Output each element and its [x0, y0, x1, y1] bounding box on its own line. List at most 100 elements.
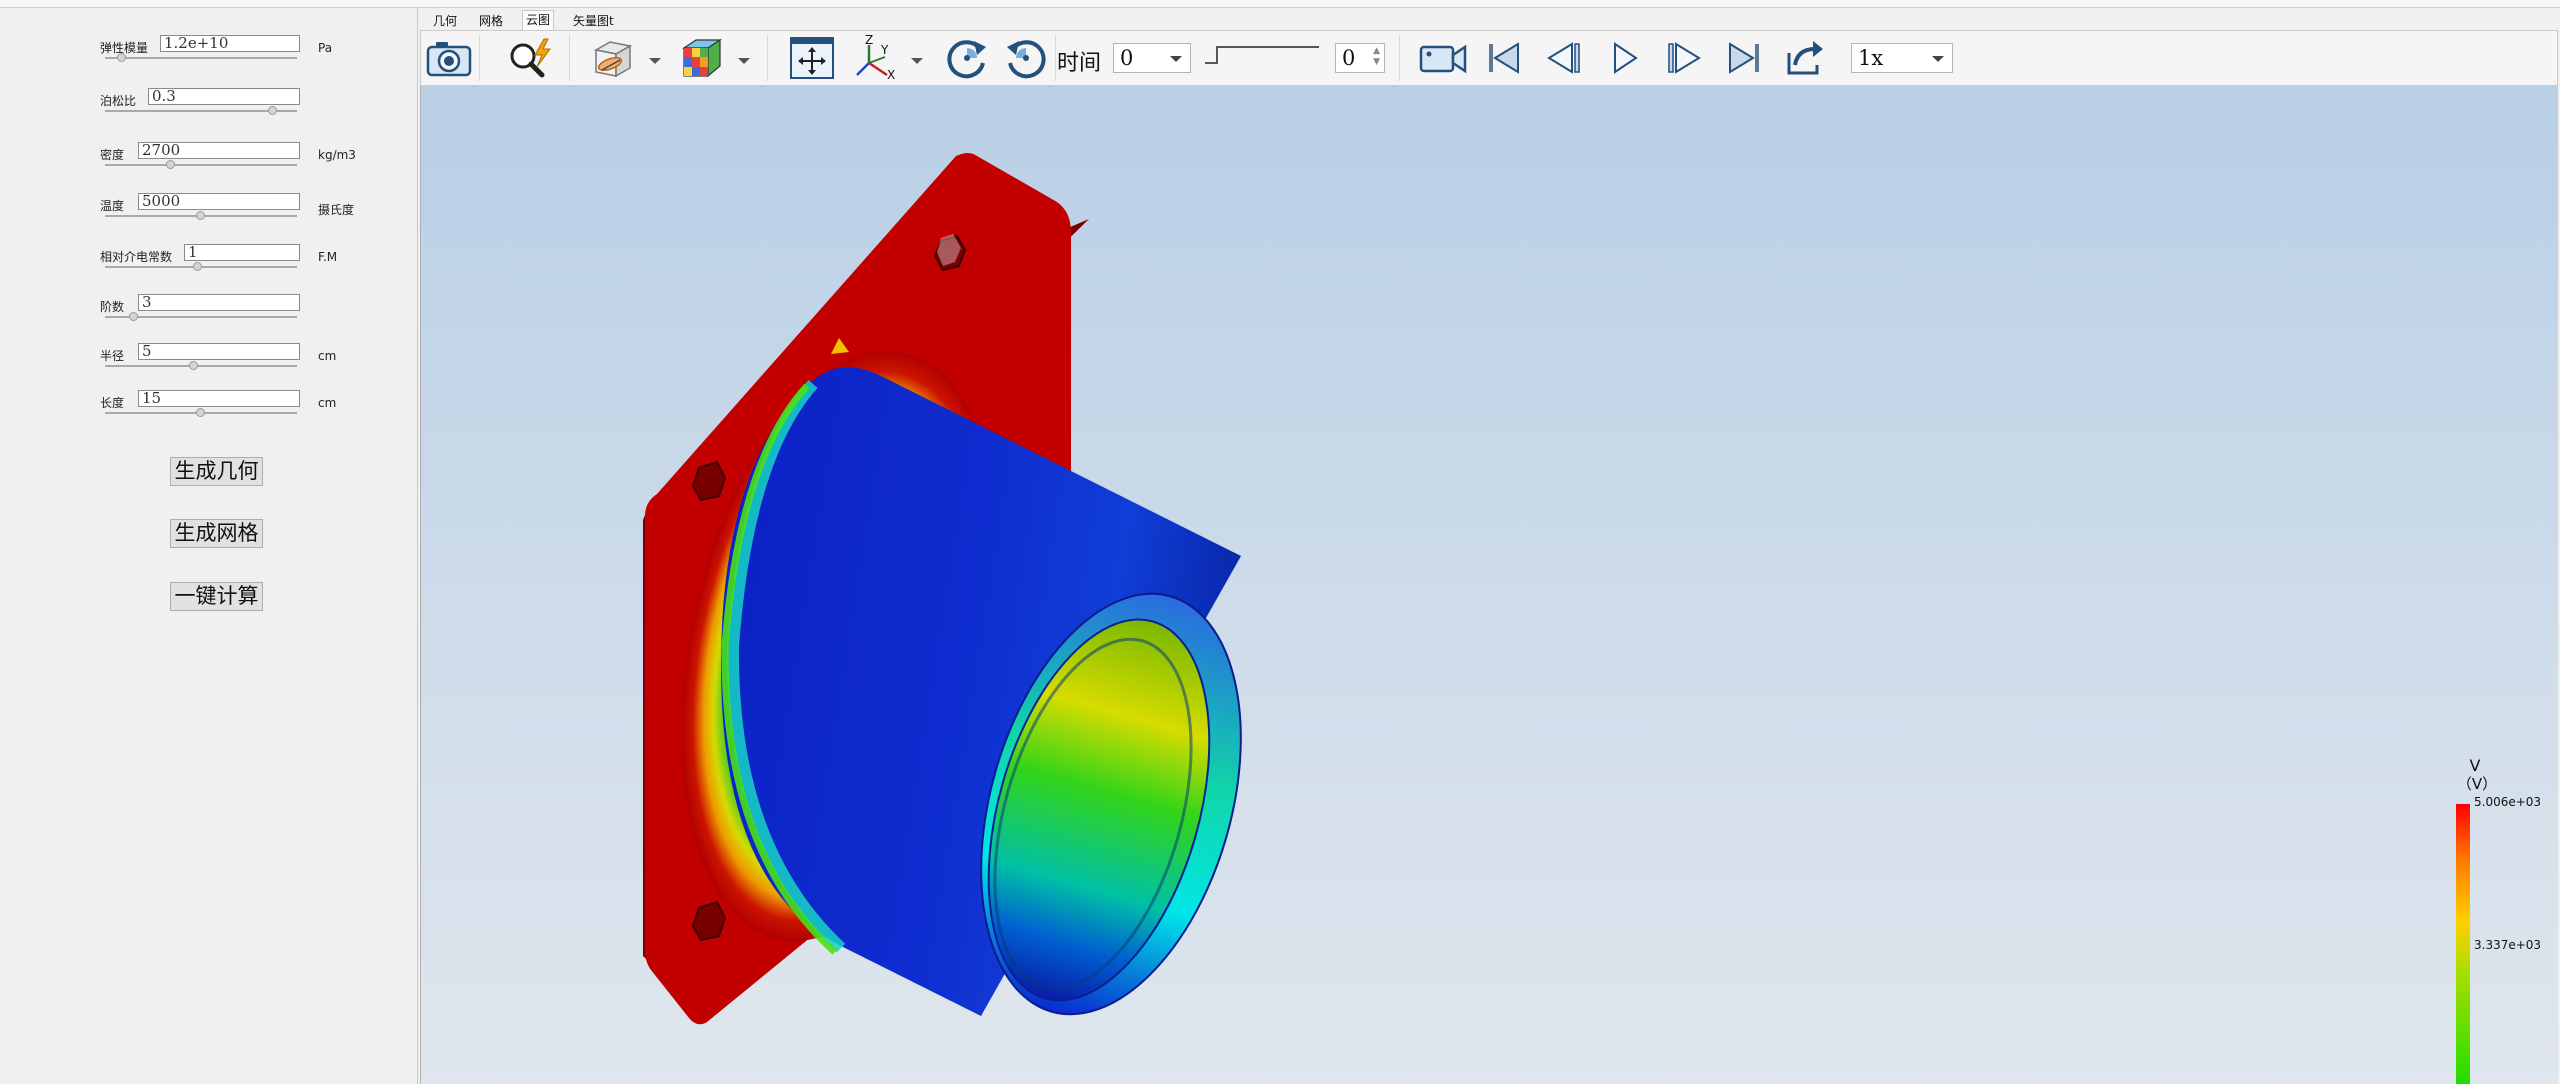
temperature-slider-thumb[interactable]: [196, 211, 205, 220]
poisson-ratio-slider-thumb[interactable]: [268, 106, 277, 115]
time-step-slider[interactable]: [1203, 43, 1323, 73]
length-slider-thumb[interactable]: [196, 408, 205, 417]
color-cube-icon: [682, 38, 722, 78]
chevron-down-icon: [1932, 56, 1944, 62]
param-label: 泊松比: [100, 94, 137, 108]
param-label: 温度: [100, 199, 125, 213]
param-label: 密度: [100, 148, 125, 162]
screenshot-button[interactable]: [424, 35, 474, 81]
length-input[interactable]: 15: [138, 390, 300, 407]
magnifier-lightning-icon: [510, 38, 551, 78]
playback-speed-select[interactable]: 1x: [1851, 43, 1953, 73]
chevron-down-icon[interactable]: [911, 58, 923, 64]
param-unit: 摄氏度: [318, 203, 355, 217]
temperature-input[interactable]: 5000: [138, 193, 300, 210]
svg-text:X: X: [887, 68, 895, 81]
elastic-modulus-slider-track[interactable]: [105, 57, 297, 59]
radius-input[interactable]: 5: [138, 343, 300, 360]
fit-view-icon: [790, 37, 834, 79]
video-camera-icon: [1419, 44, 1467, 74]
skip-to-end-icon: [1729, 42, 1759, 74]
rotate-counterclockwise-icon: [1007, 40, 1046, 79]
tab-geometry[interactable]: 几何: [430, 12, 460, 30]
legend-unit: （V）: [2456, 775, 2498, 793]
density-slider-thumb[interactable]: [166, 160, 175, 169]
svg-text:Z: Z: [865, 35, 873, 47]
toolbar-separator: [1399, 35, 1400, 81]
param-unit: Pa: [318, 41, 333, 55]
frame-spinbox[interactable]: 0 ▲ ▼: [1335, 43, 1385, 73]
time-select-value: 0: [1120, 46, 1134, 70]
svg-text:Y: Y: [880, 43, 889, 57]
tab-contour[interactable]: 云图: [522, 10, 555, 31]
clip-plane-button[interactable]: [588, 35, 638, 81]
chevron-down-icon: [1170, 56, 1182, 62]
previous-frame-button[interactable]: [1541, 35, 1587, 81]
param-row-length: 长度 15 cm: [100, 390, 400, 424]
toolbar-separator: [767, 35, 768, 81]
step-back-icon: [1547, 42, 1580, 74]
param-unit: F.M: [318, 250, 338, 264]
param-row-order: 阶数 3: [100, 294, 400, 328]
param-label: 长度: [100, 396, 125, 410]
toolbar-separator: [479, 35, 480, 81]
radius-slider-track[interactable]: [105, 365, 297, 367]
order-slider-thumb[interactable]: [129, 312, 138, 321]
time-label: 时间: [1057, 51, 1102, 76]
chevron-down-icon[interactable]: [649, 58, 661, 64]
zoom-fit-button[interactable]: [504, 35, 556, 81]
param-row-poisson-ratio: 泊松比 0.3: [100, 88, 400, 122]
window-top-border: [0, 0, 2560, 8]
param-unit: cm: [318, 349, 337, 363]
time-select[interactable]: 0: [1113, 43, 1191, 73]
play-icon: [1614, 42, 1638, 74]
param-row-permittivity: 相对介电常数 1 F.M: [100, 244, 400, 278]
tab-vector[interactable]: 矢量图t: [570, 12, 617, 30]
last-frame-button[interactable]: [1721, 35, 1767, 81]
export-button[interactable]: [1781, 35, 1827, 81]
density-slider-track[interactable]: [105, 164, 297, 166]
rotate-ccw-button[interactable]: [1001, 35, 1051, 81]
record-video-button[interactable]: [1417, 35, 1469, 81]
permittivity-input[interactable]: 1: [184, 244, 300, 261]
permittivity-slider-thumb[interactable]: [193, 262, 202, 271]
legend-max-value: 5.006e+03: [2474, 795, 2542, 809]
axis-orientation-button[interactable]: Z Y X: [849, 35, 899, 81]
radius-slider-thumb[interactable]: [189, 361, 198, 370]
fem-result-model[interactable]: [421, 86, 2558, 1084]
play-button[interactable]: [1601, 35, 1647, 81]
param-row-density: 密度 2700 kg/m3: [100, 142, 400, 176]
rotate-cw-button[interactable]: [942, 35, 992, 81]
first-frame-button[interactable]: [1481, 35, 1527, 81]
elastic-modulus-slider-thumb[interactable]: [117, 53, 126, 62]
skip-to-start-icon: [1489, 42, 1519, 74]
density-input[interactable]: 2700: [138, 142, 300, 159]
tab-mesh[interactable]: 网格: [476, 12, 506, 30]
param-label: 相对介电常数: [100, 250, 173, 264]
poisson-ratio-input[interactable]: 0.3: [148, 88, 300, 105]
next-frame-button[interactable]: [1661, 35, 1707, 81]
toolbar-separator: [569, 35, 570, 81]
legend-mid-value: 3.337e+03: [2474, 938, 2542, 952]
elastic-modulus-input[interactable]: 1.2e+10: [160, 35, 300, 52]
fit-view-button[interactable]: [787, 35, 837, 81]
generate-mesh-button[interactable]: 生成网格: [170, 519, 263, 548]
generate-geometry-button[interactable]: 生成几何: [170, 457, 263, 486]
order-input[interactable]: 3: [138, 294, 300, 311]
param-unit: kg/m3: [318, 148, 356, 162]
camera-icon: [426, 42, 472, 77]
toolbar-separator: [1055, 35, 1056, 81]
toolbar: Z Y X 时间 0 0 ▲ ▼ 1x: [420, 30, 2558, 86]
render-viewport[interactable]: [420, 86, 2558, 1084]
clip-box-icon: [593, 41, 633, 78]
export-arrow-icon: [1787, 41, 1823, 75]
playback-speed-value: 1x: [1858, 46, 1884, 70]
spin-arrows-icon[interactable]: ▲ ▼: [1373, 46, 1380, 68]
frame-spinbox-value: 0: [1342, 46, 1356, 70]
param-row-elastic-modulus: 弹性模量 1.2e+10 Pa: [100, 35, 400, 69]
parameter-panel: 弹性模量 1.2e+10 Pa 泊松比 0.3 密度 2700 kg/m3 温度…: [0, 8, 418, 1084]
step-forward-icon: [1668, 42, 1701, 74]
one-click-compute-button[interactable]: 一键计算: [170, 582, 263, 611]
display-mode-button[interactable]: [676, 35, 726, 81]
chevron-down-icon[interactable]: [738, 58, 750, 64]
